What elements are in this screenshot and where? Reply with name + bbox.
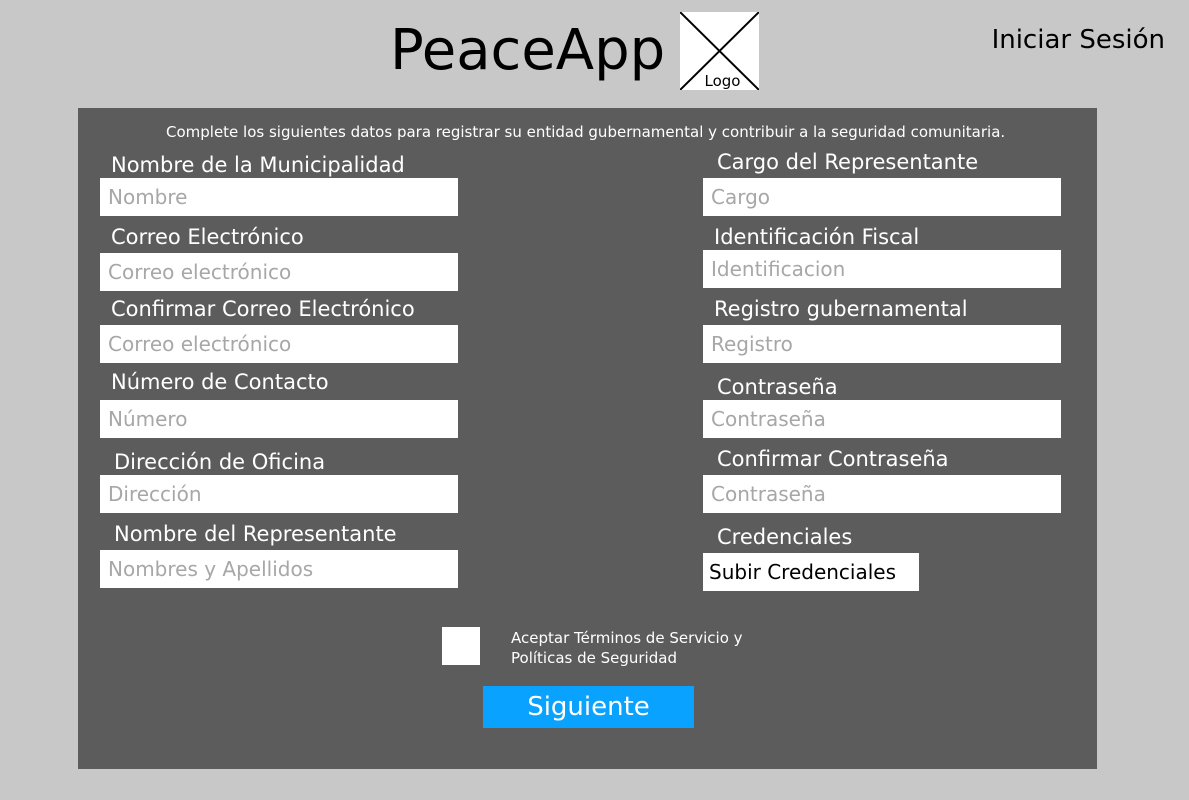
next-button[interactable]: Siguiente [483,686,694,728]
logo-label: Logo [704,72,741,90]
representative-position-input[interactable] [703,178,1061,216]
credentials-label: Credenciales [717,525,853,549]
tax-id-input[interactable] [703,250,1061,288]
password-label: Contraseña [717,375,838,399]
office-address-label: Dirección de Oficina [114,450,326,474]
form-intro: Complete los siguientes datos para regis… [166,123,1006,141]
login-link[interactable]: Iniciar Sesión [992,24,1165,56]
confirm-email-label: Confirmar Correo Electrónico [111,297,415,321]
confirm-password-label: Confirmar Contraseña [717,447,949,471]
email-input[interactable] [100,253,458,291]
representative-position-label: Cargo del Representante [717,150,979,174]
upload-credentials-button[interactable]: Subir Credenciales [703,553,919,591]
contact-number-label: Número de Contacto [111,370,329,394]
app-title: PeaceApp [390,18,666,83]
confirm-password-input[interactable] [703,475,1061,513]
government-registry-label: Registro gubernamental [714,297,968,321]
government-registry-input[interactable] [703,325,1061,363]
registration-panel: Complete los siguientes datos para regis… [78,108,1097,769]
terms-checkbox[interactable] [442,627,480,665]
logo-placeholder: Logo [680,12,759,90]
office-address-input[interactable] [100,475,458,513]
contact-number-input[interactable] [100,400,458,438]
representative-name-input[interactable] [100,550,458,588]
confirm-email-input[interactable] [100,325,458,363]
representative-name-label: Nombre del Representante [114,522,397,546]
municipality-name-label: Nombre de la Municipalidad [111,153,405,177]
tax-id-label: Identificación Fiscal [714,225,920,249]
municipality-name-input[interactable] [100,178,458,216]
terms-text: Aceptar Términos de Servicio y Políticas… [511,629,743,667]
email-label: Correo Electrónico [111,225,304,249]
password-input[interactable] [703,400,1061,438]
